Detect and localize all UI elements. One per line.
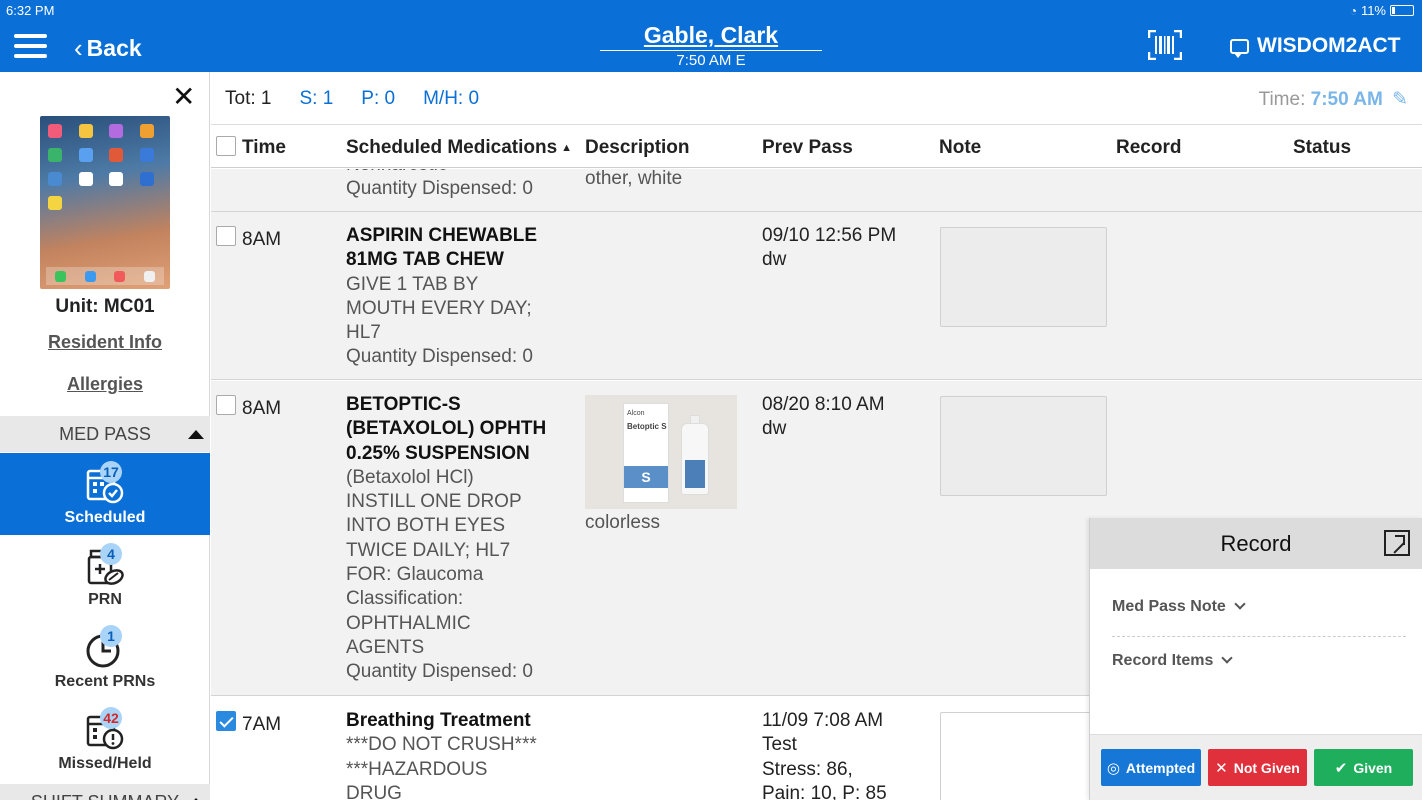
note-field[interactable] <box>940 227 1107 327</box>
med-description: other, white <box>585 169 683 189</box>
table-row[interactable]: Nonnarcotic Quantity Dispensed: 0 other,… <box>211 169 1422 212</box>
medication-image: Alcon Betoptic S S <box>585 395 737 509</box>
message-icon <box>1230 38 1249 58</box>
nav-scheduled[interactable]: 17 Scheduled <box>0 453 210 535</box>
nav-recent-prns[interactable]: 1 Recent PRNs <box>0 617 210 699</box>
med-details: ASPIRIN CHEWABLE 81MG TAB CHEW GIVE 1 TA… <box>346 225 538 368</box>
sidebar: ✕ Unit: MC01 Resident Info Allergies MED… <box>0 72 210 800</box>
scheduled-count-badge: 17 <box>100 461 122 483</box>
missed-held-count-badge: 42 <box>100 707 122 729</box>
unit-label: Unit: MC01 <box>55 296 155 317</box>
col-description[interactable]: Description <box>585 137 690 159</box>
menu-icon[interactable] <box>14 34 47 60</box>
recent-prns-count-badge: 1 <box>100 625 122 647</box>
prev-pass: 11/09 7:08 AM Test Stress: 86, Pain: 10,… <box>762 710 887 800</box>
record-action-bar: ◎ Attempted ✕ Not Given ✔ Given <box>1090 734 1422 800</box>
record-panel-title: Record <box>1220 531 1292 556</box>
not-given-button[interactable]: ✕ Not Given <box>1208 749 1307 786</box>
med-time: 7AM <box>242 714 282 735</box>
col-record[interactable]: Record <box>1116 137 1181 159</box>
chevron-left-icon: ‹ <box>74 33 83 63</box>
chevron-down-icon <box>1221 652 1234 664</box>
back-button[interactable]: ‹ Back <box>74 33 142 64</box>
battery-percent: 11% <box>1360 3 1386 18</box>
prev-pass: 09/10 12:56 PM dw <box>762 225 897 271</box>
sort-ascending-icon: ▲ <box>561 141 573 154</box>
pass-time-value: 7:50 AM <box>1310 89 1383 110</box>
nav-prn[interactable]: 4 PRN <box>0 535 210 617</box>
prn-count-badge: 4 <box>100 543 122 565</box>
med-description: colorless <box>585 512 660 533</box>
patient-name[interactable]: Gable, Clark <box>600 22 822 49</box>
row-checkbox[interactable] <box>216 226 236 246</box>
check-icon: ✔ <box>1334 759 1348 777</box>
patient-time: 7:50 AM E <box>600 50 822 69</box>
status-bar: 6:32 PM ◔ 11% <box>6 3 1414 19</box>
app-header: 6:32 PM ◔ 11% ‹ Back Gable, Clark 7:50 A… <box>0 0 1422 72</box>
row-checkbox[interactable] <box>216 395 236 415</box>
resident-info-link[interactable]: Resident Info <box>0 332 210 353</box>
chevron-down-icon <box>1234 598 1246 610</box>
nav-missed-held[interactable]: 42 Missed/Held <box>0 699 210 781</box>
org-label: WISDOM2ACT <box>1257 34 1401 57</box>
x-icon: ✕ <box>1215 759 1228 777</box>
table-row[interactable]: 8AM ASPIRIN CHEWABLE 81MG TAB CHEW GIVE … <box>211 212 1422 380</box>
select-all-checkbox[interactable] <box>216 136 236 156</box>
med-details: Breathing Treatment ***DO NOT CRUSH*** *… <box>346 710 537 800</box>
shift-summary-section-toggle[interactable]: SHIFT SUMMARY <box>0 784 210 800</box>
col-prev-pass[interactable]: Prev Pass <box>762 137 853 159</box>
expand-icon[interactable] <box>1384 530 1410 556</box>
note-field[interactable] <box>940 712 1107 800</box>
col-time[interactable]: Time <box>242 137 286 159</box>
status-time: 6:32 PM <box>6 3 55 18</box>
patient-header[interactable]: Gable, Clark 7:50 AM E <box>600 22 822 69</box>
total-count: Tot: 1 <box>225 88 272 109</box>
given-button[interactable]: ✔ Given <box>1314 749 1413 786</box>
pencil-icon[interactable]: ✎ <box>1392 89 1408 110</box>
target-icon: ◎ <box>1106 759 1120 777</box>
pass-time-control[interactable]: Time: 7:50 AM ✎ <box>1259 88 1408 111</box>
table-header: Time Scheduled Medications ▲ Description … <box>211 124 1422 168</box>
med-pass-section-toggle[interactable]: MED PASS <box>0 416 210 452</box>
collapse-up-icon <box>188 430 204 439</box>
pass-totals: Tot: 1 S: 1 P: 0 M/H: 0 <box>225 88 479 110</box>
prev-pass: 08/20 8:10 AM dw <box>762 394 885 440</box>
missed-held-count: M/H: 0 <box>423 88 480 109</box>
med-time: 8AM <box>242 229 282 250</box>
med-details: BETOPTIC-S (BETAXOLOL) OPHTH 0.25% SUSPE… <box>346 394 547 683</box>
med-pass-note-toggle[interactable]: Med Pass Note <box>1112 598 1246 616</box>
col-scheduled-medications[interactable]: Scheduled Medications ▲ <box>346 137 572 159</box>
org-menu[interactable]: WISDOM2ACT <box>1230 34 1401 58</box>
scheduled-count: S: 1 <box>299 88 334 109</box>
med-time: 8AM <box>242 398 282 419</box>
record-items-toggle[interactable]: Record Items <box>1112 652 1234 670</box>
row-checkbox-checked[interactable] <box>216 711 236 731</box>
prn-count: P: 0 <box>361 88 396 109</box>
resident-photo <box>40 116 170 289</box>
wifi-icon: ◔ <box>1349 3 1357 18</box>
attempted-button[interactable]: ◎ Attempted <box>1101 749 1201 786</box>
col-note[interactable]: Note <box>939 137 981 159</box>
col-status[interactable]: Status <box>1293 137 1351 159</box>
note-field[interactable] <box>940 396 1107 496</box>
allergies-link[interactable]: Allergies <box>0 374 210 395</box>
close-icon[interactable]: ✕ <box>172 80 195 113</box>
record-panel: Record Med Pass Note Record Items ◎ Atte… <box>1089 518 1422 800</box>
battery-icon <box>1390 5 1414 16</box>
barcode-scan-icon[interactable] <box>1148 30 1182 60</box>
